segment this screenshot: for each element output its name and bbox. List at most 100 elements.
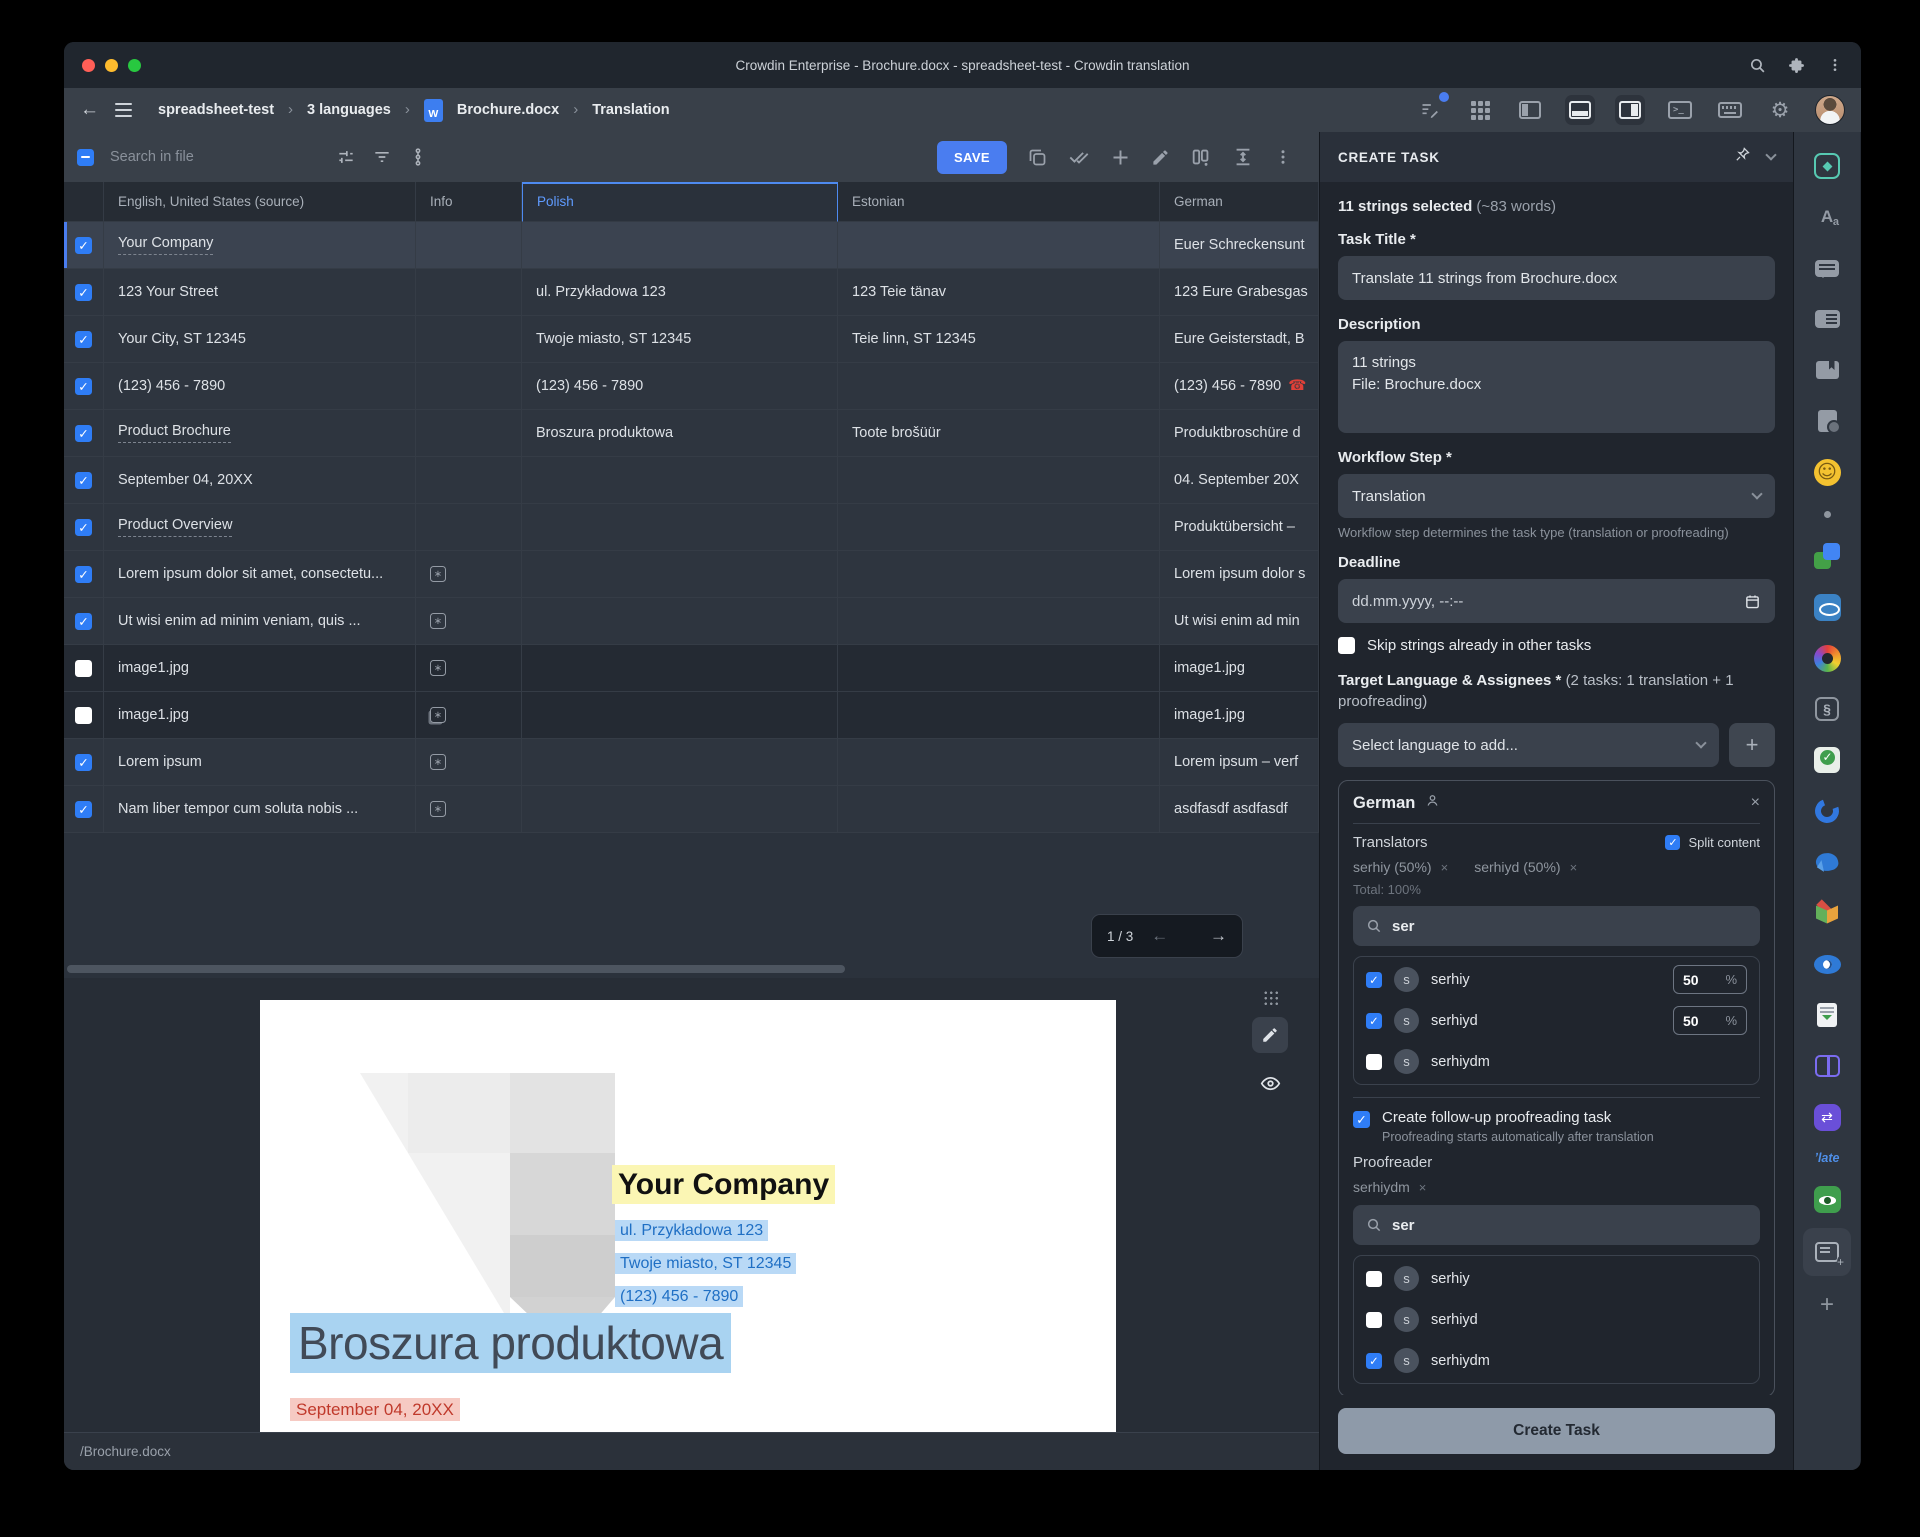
estonian-cell[interactable] [838, 551, 1160, 598]
drag-handle-icon[interactable] [1263, 990, 1278, 1005]
polish-cell[interactable] [522, 222, 838, 269]
estonian-cell[interactable] [838, 692, 1160, 739]
split-content-checkbox[interactable] [1665, 835, 1680, 850]
row-checkbox[interactable] [75, 472, 92, 489]
german-cell[interactable]: 04. September 20X [1160, 457, 1319, 504]
double-check-icon[interactable] [1068, 146, 1090, 168]
panel-plus-icon[interactable] [1803, 1228, 1851, 1276]
chevron-down-icon[interactable] [1765, 149, 1776, 160]
row-select-cell[interactable] [64, 457, 104, 504]
german-cell[interactable]: Lorem ipsum – verf [1160, 739, 1319, 786]
calendar-icon[interactable] [1744, 593, 1761, 610]
color-wheel-icon[interactable] [1805, 636, 1849, 680]
source-cell[interactable]: Product Brochure [104, 410, 416, 457]
dot-icon[interactable] [1805, 501, 1849, 527]
member-checkbox[interactable] [1366, 1312, 1382, 1328]
row-select-cell[interactable] [64, 645, 104, 692]
list-item[interactable]: s serhiyd 50% [1366, 1000, 1747, 1041]
translator-chip[interactable]: serhiy (50%)× [1353, 859, 1448, 875]
translator-chip[interactable]: serhiyd (50%)× [1474, 859, 1577, 875]
deadline-input[interactable]: dd.mm.yyyy, --:-- [1338, 579, 1775, 623]
layout-bottom-icon[interactable] [1565, 95, 1595, 125]
row-select-cell[interactable] [64, 316, 104, 363]
estonian-cell[interactable] [838, 786, 1160, 833]
create-task-button[interactable]: Create Task [1338, 1408, 1775, 1454]
hamburger-menu-icon[interactable] [115, 103, 132, 117]
polish-cell[interactable] [522, 551, 838, 598]
estonian-cell[interactable] [838, 363, 1160, 410]
row-height-icon[interactable] [1232, 146, 1254, 168]
column-header-german[interactable]: German [1160, 182, 1319, 222]
source-cell[interactable]: Product Overview [104, 504, 416, 551]
source-cell[interactable]: Your Company [104, 222, 416, 269]
list-item[interactable]: s serhiydm [1366, 1041, 1747, 1082]
german-cell[interactable]: Eure Geisterstadt, B [1160, 316, 1319, 363]
row-checkbox[interactable] [75, 707, 92, 724]
polish-cell[interactable]: Broszura produktowa [522, 410, 838, 457]
kebab-menu-icon[interactable] [1827, 57, 1843, 73]
string-context-icon[interactable]: ∗ [430, 613, 446, 629]
remove-chip-icon[interactable]: × [1570, 860, 1578, 875]
add-column-icon[interactable] [1190, 146, 1212, 168]
german-cell[interactable]: image1.jpg [1160, 645, 1319, 692]
list-item[interactable]: s serhiy [1366, 1258, 1747, 1299]
string-context-icon[interactable]: ∗ [430, 754, 446, 770]
list-item[interactable]: s serhiyd [1366, 1299, 1747, 1340]
german-cell[interactable]: Produktübersicht – [1160, 504, 1319, 551]
breadcrumb-page[interactable]: Translation [592, 102, 669, 118]
doc-download-icon[interactable] [1805, 993, 1849, 1037]
ai-sparkle-icon[interactable] [1805, 144, 1849, 188]
polish-cell[interactable] [522, 692, 838, 739]
section-sign-icon[interactable]: § [1805, 687, 1849, 731]
more-options-icon[interactable] [1274, 148, 1292, 166]
translator-search-input[interactable]: ser [1353, 906, 1760, 946]
source-cell[interactable]: image1.jpg [104, 692, 416, 739]
estonian-cell[interactable]: 123 Teie tänav [838, 269, 1160, 316]
polish-cell[interactable] [522, 786, 838, 833]
german-cell[interactable]: asdfasdf asdfasdf [1160, 786, 1319, 833]
grid-apps-icon[interactable] [1465, 95, 1495, 125]
minimize-window-button[interactable] [105, 59, 118, 72]
row-select-cell[interactable] [64, 598, 104, 645]
tune-filters-icon[interactable] [336, 147, 356, 167]
remove-chip-icon[interactable]: × [1419, 1180, 1427, 1195]
keyboard-icon[interactable] [1715, 95, 1745, 125]
zoom-window-button[interactable] [128, 59, 141, 72]
polish-cell[interactable]: (123) 456 - 7890 [522, 363, 838, 410]
source-cell[interactable]: Lorem ipsum dolor sit amet, consectetu..… [104, 551, 416, 598]
row-select-cell[interactable] [64, 410, 104, 457]
estonian-cell[interactable]: Teie linn, ST 12345 [838, 316, 1160, 363]
row-checkbox[interactable] [75, 754, 92, 771]
row-checkbox[interactable] [75, 613, 92, 630]
terminal-icon[interactable]: >_ [1665, 95, 1695, 125]
language-select[interactable]: Select language to add... [1338, 723, 1719, 767]
next-page-icon[interactable]: → [1210, 926, 1227, 946]
blue-bird-icon[interactable] [1805, 840, 1849, 884]
german-cell[interactable]: image1.jpg [1160, 692, 1319, 739]
breadcrumb-file[interactable]: Brochure.docx [457, 102, 559, 118]
source-cell[interactable]: 123 Your Street [104, 269, 416, 316]
blue-arc-icon[interactable] [1805, 789, 1849, 833]
filter-icon[interactable] [372, 147, 392, 167]
green-eye-icon[interactable] [1805, 1177, 1849, 1221]
layout-left-icon[interactable] [1515, 95, 1545, 125]
column-header-estonian[interactable]: Estonian [838, 182, 1160, 222]
highlight-pencil-button[interactable] [1252, 1017, 1288, 1053]
skip-strings-row[interactable]: Skip strings already in other tasks [1338, 637, 1775, 654]
row-checkbox[interactable] [75, 425, 92, 442]
cube-icon[interactable] [1805, 891, 1849, 935]
pin-icon[interactable] [1734, 146, 1751, 168]
row-select-cell[interactable] [64, 363, 104, 410]
close-icon[interactable]: × [1751, 794, 1760, 812]
save-button[interactable]: SAVE [937, 141, 1007, 174]
row-select-cell[interactable] [64, 786, 104, 833]
traffic-lights[interactable] [82, 59, 141, 72]
description-textarea[interactable]: 11 strings File: Brochure.docx [1338, 341, 1775, 433]
source-cell[interactable]: Nam liber tempor cum soluta nobis ... [104, 786, 416, 833]
eye-app-icon[interactable] [1805, 585, 1849, 629]
edit-pencil-icon[interactable] [1151, 148, 1170, 167]
layout-right-icon[interactable] [1615, 95, 1645, 125]
column-header-polish[interactable]: Polish [522, 182, 838, 222]
task-title-input[interactable]: Translate 11 strings from Brochure.docx [1338, 256, 1775, 300]
gear-icon[interactable]: ⚙ [1765, 95, 1795, 125]
